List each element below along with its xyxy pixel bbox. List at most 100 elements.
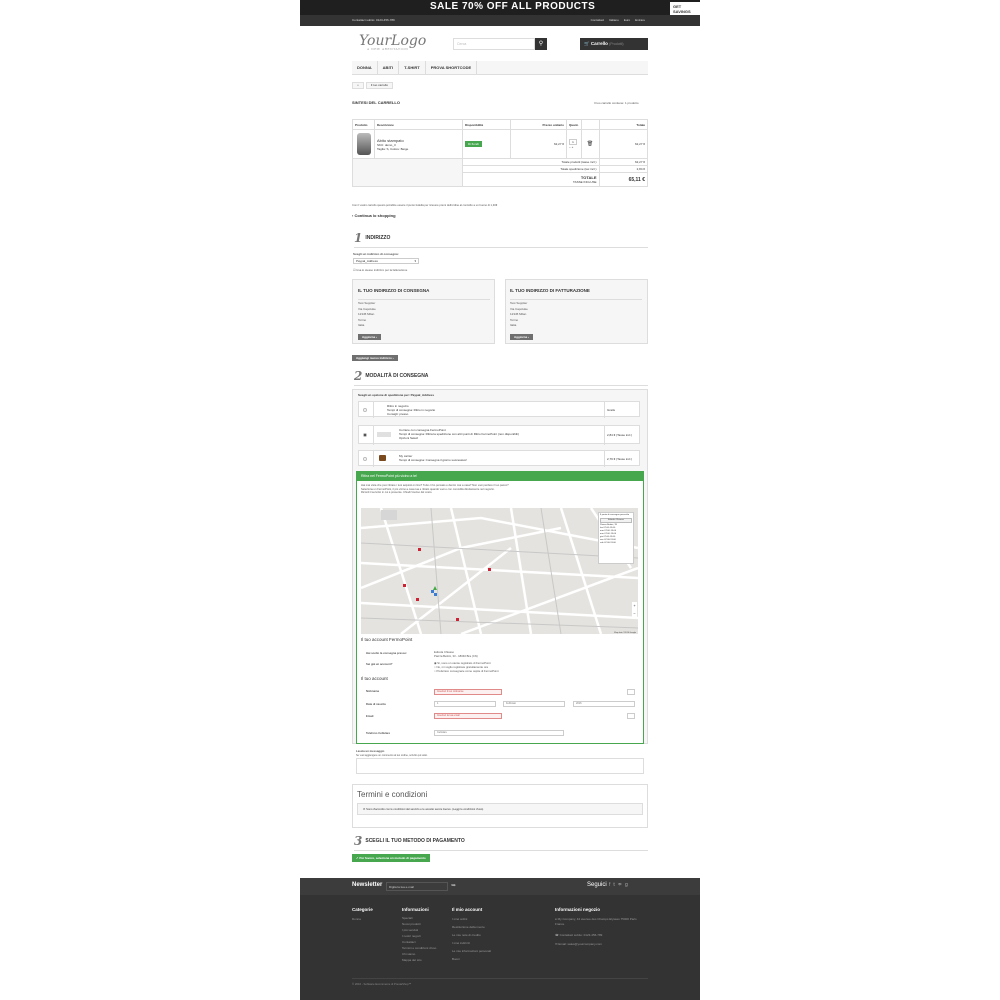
store-phone: ☎ Contattaci subito: 0123-456-789 [555, 933, 645, 938]
fermopoint-text-line: Ricordi il servizio in cui è presente. C… [361, 491, 433, 495]
address-line: Italia [358, 323, 365, 327]
menu-item-donna[interactable]: DONNA [352, 61, 378, 74]
search-icon: ⚲ [538, 41, 544, 47]
address-select[interactable]: Paypal_Address ▾ [353, 258, 419, 264]
cart-button[interactable]: 🛒 Carrello (Prodotti) [580, 38, 648, 50]
message-textarea[interactable] [356, 758, 644, 774]
update-delivery-address-button[interactable]: Aggiorna › [358, 334, 382, 340]
payment-method-button[interactable]: ✓ Per favore, seleziona un metodo di pag… [352, 854, 430, 862]
carrier-desc: Tempi di consegna: Consegna il giorno su… [399, 458, 468, 462]
fermopoint-map[interactable]: Il punto di consegna prescelto Edicola C… [361, 508, 638, 634]
step2-number: 2 [354, 369, 363, 383]
cart-label: Carrello [590, 41, 608, 46]
fermopoint-header: Ritira nel FermoPoint più vicino a te! [356, 471, 644, 481]
birth-month-select[interactable]: Febbraio [503, 701, 565, 707]
footer-link[interactable]: Restituzione della merce [452, 923, 491, 931]
site-logo[interactable]: YourLogo A NEW ARENTATION [359, 33, 426, 51]
chevron-down-icon: ▾ [414, 259, 416, 263]
birth-year-select[interactable]: 2016 [573, 701, 635, 707]
footer-my-account: Il mio account I miei ordini Restituzione… [452, 907, 491, 963]
phone-field[interactable]: Cellulare [434, 730, 564, 736]
trash-icon[interactable]: 🗑 [587, 141, 593, 147]
footer-link[interactable]: Le mie informazioni personali [452, 947, 491, 955]
footer-link[interactable]: Mappa del sito [402, 957, 436, 963]
add-address-label: Aggiungi nuovo indirizzo [356, 356, 392, 360]
zoom-out-button[interactable]: − [632, 610, 637, 618]
language-selector[interactable]: Italiano [609, 18, 619, 22]
carrier-logo-icon [379, 455, 386, 461]
home-icon[interactable]: ⌂ [352, 82, 364, 89]
zoom-in-button[interactable]: + [632, 602, 637, 610]
topnav-contact-link[interactable]: Contattaci [591, 18, 605, 22]
update-billing-address-button[interactable]: Aggiorna › [510, 334, 534, 340]
map-zoom-controls[interactable]: + − [632, 602, 637, 618]
store-email[interactable]: ✉ Email: sales@yourcompany.com [555, 942, 645, 947]
carrier-radio[interactable] [363, 457, 367, 461]
map-info-hours: sab 07:00-13:00 [600, 542, 616, 544]
email-field[interactable]: Inserisci la tua email [434, 713, 502, 719]
col-total: Totale [598, 119, 648, 130]
footer: Newsletter Digita la tua e-mail ➥ Seguic… [300, 878, 700, 1000]
newsletter-submit-icon[interactable]: ➥ [451, 882, 456, 889]
line-total: 62,27 € [598, 129, 648, 159]
table-row: Abito stampato SKU: demo_3 Taglia: S, Colo… [352, 129, 648, 159]
carrier-radio-selected[interactable] [363, 433, 367, 437]
nickname-field[interactable]: Inserisci il tuo nickname [434, 689, 502, 695]
carrier-choose-label: Scegli un opzione di spedizione per: Pay… [358, 393, 435, 397]
menu-item-shortcode[interactable]: PROVA SHORTCODE [426, 61, 478, 74]
map-info-point[interactable]: Edicola Chiasso [600, 518, 632, 523]
menu-item-abiti[interactable]: ABITI [378, 61, 400, 74]
menu-item-tshirt[interactable]: T-SHIRT [399, 61, 426, 74]
terms-title: Termini e condizioni [357, 790, 428, 799]
googleplus-icon[interactable]: g [625, 882, 631, 888]
login-link[interactable]: Entrare [635, 18, 645, 22]
footer-link[interactable]: Le mie note di credito [452, 931, 491, 939]
currency-selector[interactable]: Euro [624, 18, 630, 22]
consegna-label: Hai scelto la consegna presso: [366, 651, 408, 655]
col-unit-price: Prezzo unitario [510, 119, 567, 130]
terms-text: Sono d'accordo con le condizioni del ser… [366, 808, 484, 811]
consegna-value: Edicola Chiasso Piazza Bettini, 33 - 1804… [434, 650, 478, 658]
product-image-cell[interactable] [352, 129, 375, 159]
carrier-option-mycarrier[interactable]: My carrier Tempi di consegna: Consegna il… [358, 450, 640, 467]
footer-link[interactable]: Buoni [452, 955, 491, 963]
footer-link[interactable]: Donna [352, 915, 373, 923]
address-select-value: Paypal_Address [356, 259, 378, 263]
carrier-option-store[interactable]: Ritiro in negozio Tempi di consegna: Riti… [358, 401, 640, 418]
grand-total-value: 65,11 € [598, 172, 648, 187]
product-thumbnail[interactable] [356, 133, 371, 155]
same-address-checkbox[interactable]: ☑ Usa lo stesso indirizzo per la fattura… [353, 268, 407, 272]
footer-link[interactable]: I miei ordini [452, 915, 491, 923]
footer-heading: Informazioni [402, 907, 429, 912]
col-availability: Disponibilità [462, 119, 511, 130]
search-button[interactable]: ⚲ [535, 38, 547, 50]
nickname-label: Nickname [366, 689, 380, 693]
search-input[interactable]: Cerca [453, 38, 535, 50]
carrier-option-fermopoint[interactable]: Corriere con consegna FermoPoint Tempi di… [358, 425, 640, 445]
help-icon[interactable] [627, 689, 635, 695]
footer-link[interactable]: I miei indirizzi [452, 939, 491, 947]
qty-minus-button[interactable]: − [569, 145, 571, 149]
newsletter-input[interactable]: Digita la tua e-mail [386, 882, 448, 891]
help-icon[interactable] [627, 713, 635, 719]
stock-badge: Di fiondi [465, 141, 482, 147]
your-account-title: Il tuo account [361, 676, 388, 681]
account-option-guest[interactable]: ○ Preferisco consegnare come ospite di F… [434, 669, 499, 673]
totals-shipping-value: 2,84 € [598, 165, 648, 173]
birth-day-select[interactable]: 1 [434, 701, 496, 707]
promo-banner[interactable]: SALE 70% OFF ALL PRODUCTS GET SAVINGS NO… [300, 0, 700, 21]
contact-phone: Contattaci subito: 0123-456-789 [352, 18, 395, 22]
continue-shopping-link[interactable]: ‹ Continua lo shopping [352, 213, 396, 218]
footer-information: Informazioni Speciali Nuovi prodotti I più… [402, 907, 436, 963]
rss-icon[interactable]: ≑ [618, 882, 625, 888]
step2-title: 2 MODALITÀ DI CONSEGNA [354, 369, 648, 386]
payment-button-label: Per favore, seleziona un metodo di pagam… [359, 856, 426, 860]
message-label: Lascia un messaggio [356, 749, 385, 753]
step1-number: 1 [354, 231, 363, 245]
same-address-label: Usa lo stesso indirizzo per la fatturazi… [356, 268, 408, 272]
terms-checkbox[interactable]: ☑ Sono d'accordo con le condizioni del s… [357, 803, 643, 815]
qty-plus-button[interactable]: + [572, 145, 574, 149]
add-address-button[interactable]: Aggiungi nuovo indirizzo › [352, 355, 398, 361]
carrier-radio[interactable] [363, 408, 367, 412]
account-options: ◉ Sì, sono un utente registrato di Fermo… [434, 661, 499, 673]
